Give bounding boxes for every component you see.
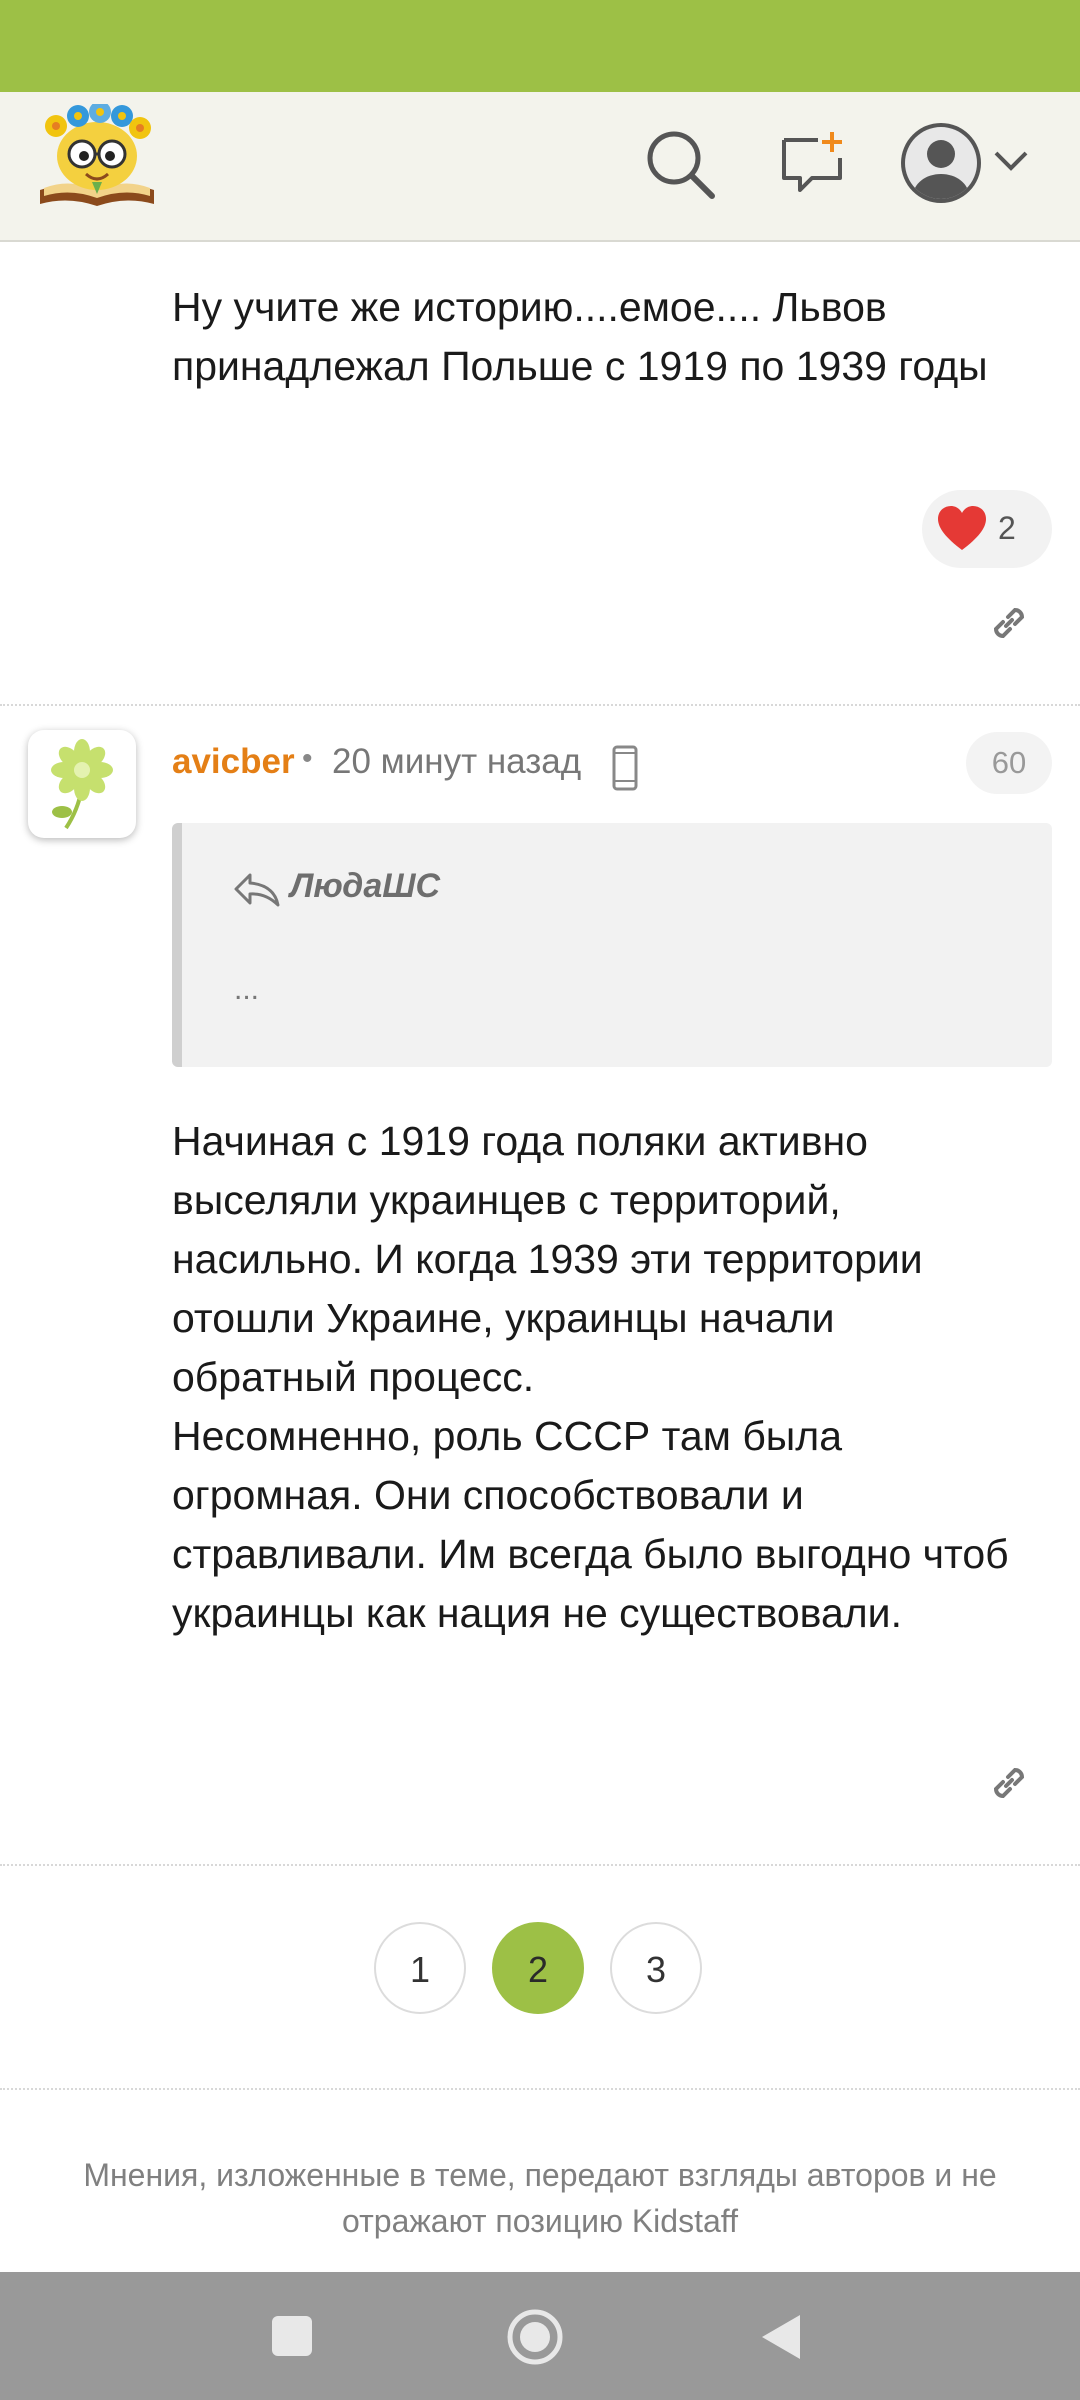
user-avatar-icon[interactable] bbox=[900, 122, 982, 204]
post-text: Ну учите же историю....емое.... Львов пр… bbox=[172, 284, 988, 389]
chevron-down-icon[interactable] bbox=[992, 148, 1030, 174]
quote-author[interactable]: ЛюдаШС bbox=[290, 867, 440, 906]
post-text: Начиная с 1919 года поляки активно высел… bbox=[172, 1118, 1009, 1636]
nav-home-icon[interactable] bbox=[506, 2308, 564, 2366]
post-divider bbox=[0, 1864, 1080, 1866]
new-post-icon[interactable] bbox=[778, 128, 846, 196]
author-name[interactable]: avicber bbox=[172, 742, 295, 782]
link-icon[interactable] bbox=[986, 600, 1032, 646]
system-nav-bar bbox=[0, 2272, 1080, 2400]
reaction-button[interactable]: 2 bbox=[922, 490, 1052, 568]
link-icon[interactable] bbox=[986, 1760, 1032, 1806]
mobile-device-icon bbox=[612, 745, 638, 791]
meta-separator: • bbox=[302, 742, 313, 775]
page-button-3[interactable]: 3 bbox=[610, 1922, 702, 2014]
quote-block: ЛюдаШС ... bbox=[172, 823, 1052, 1067]
status-bar bbox=[0, 0, 1080, 92]
reaction-count: 2 bbox=[998, 510, 1016, 546]
post-time: 20 минут назад bbox=[332, 742, 582, 781]
heart-icon bbox=[938, 506, 986, 550]
quote-text: ... bbox=[234, 973, 260, 1006]
reply-icon bbox=[234, 873, 280, 907]
footer-divider bbox=[0, 2088, 1080, 2090]
author-avatar[interactable] bbox=[28, 730, 136, 838]
page-button-2-current[interactable]: 2 bbox=[492, 1922, 584, 2014]
nav-back-icon[interactable] bbox=[758, 2312, 804, 2362]
post-divider bbox=[0, 704, 1080, 706]
logo[interactable] bbox=[34, 104, 160, 208]
nav-recents-icon[interactable] bbox=[270, 2314, 314, 2358]
site-header bbox=[0, 92, 1080, 242]
post-number-badge[interactable]: 60 bbox=[966, 732, 1052, 794]
page-button-1[interactable]: 1 bbox=[374, 1922, 466, 2014]
disclaimer-text: Мнения, изложенные в теме, передают взгл… bbox=[83, 2157, 997, 2239]
search-icon[interactable] bbox=[644, 128, 716, 200]
